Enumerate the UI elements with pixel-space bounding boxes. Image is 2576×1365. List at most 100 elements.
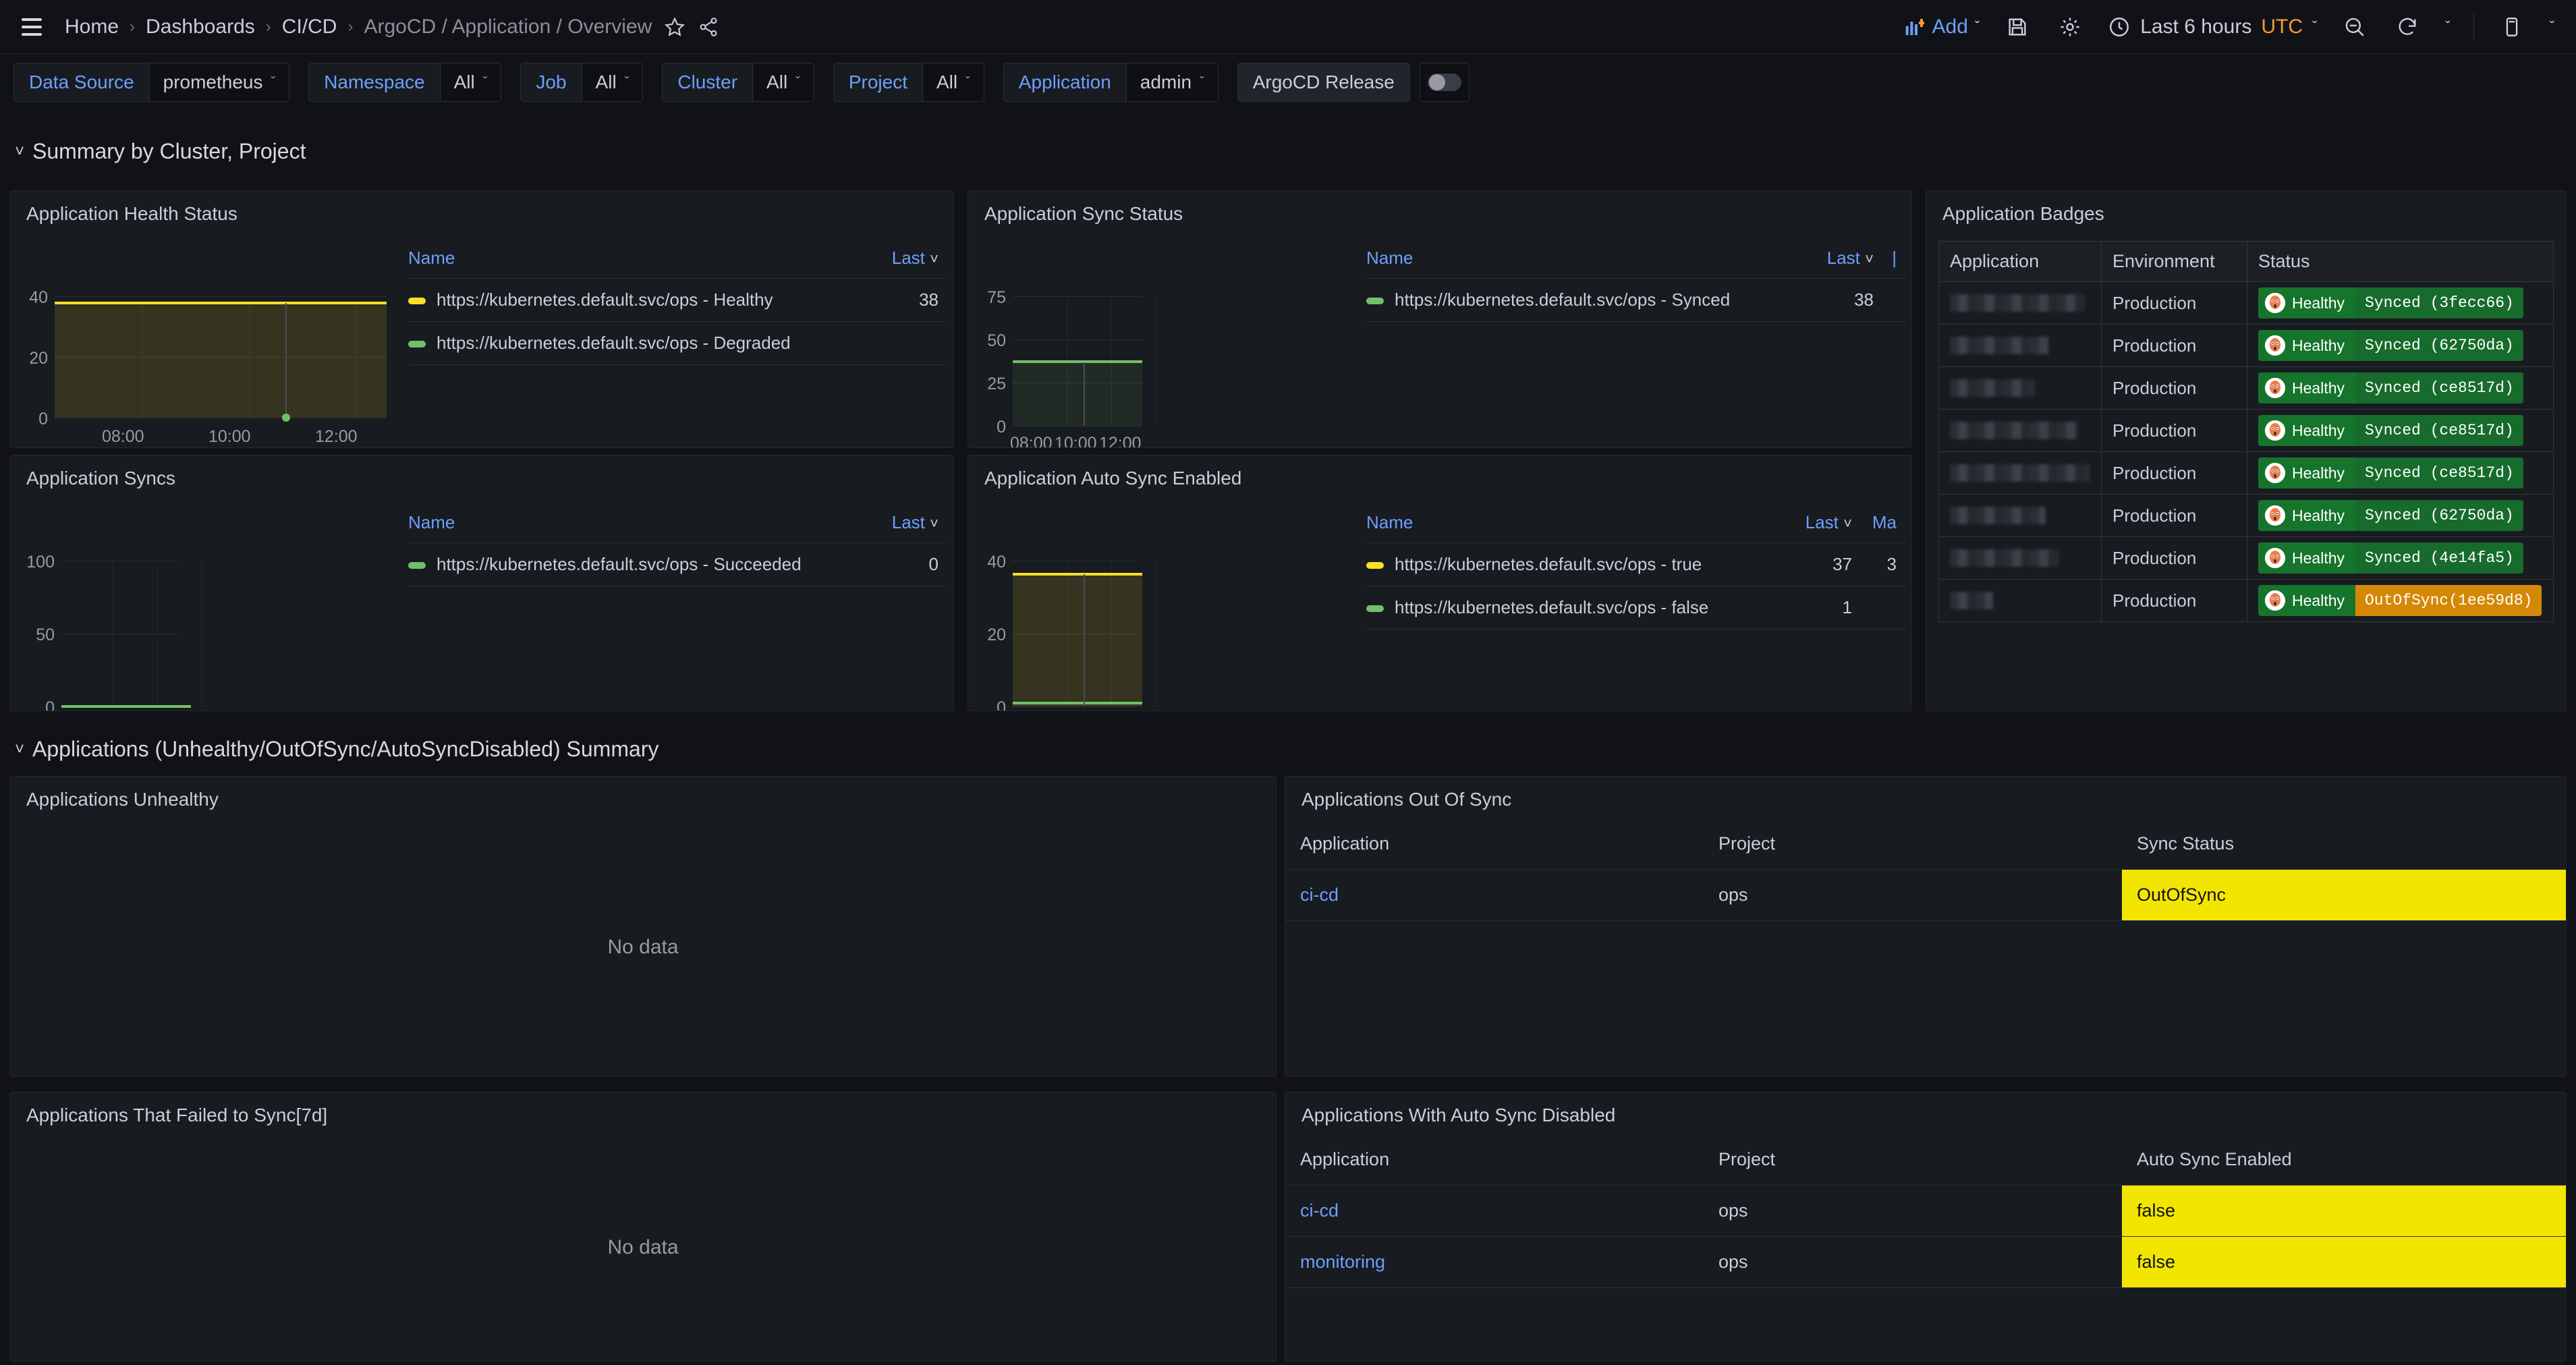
panel-body: Application Project Auto Sync Enabled ci…: [1285, 1134, 2566, 1361]
argocd-logo-icon: [2265, 378, 2285, 398]
panel-body: No data: [10, 1134, 1276, 1361]
variable-select-namespace[interactable]: All ˇ: [440, 63, 502, 102]
status-badge[interactable]: Healthy Synced (ce8517d): [2258, 372, 2523, 403]
legend-col-name[interactable]: Name: [1366, 248, 1787, 279]
panel-body: Application Environment Status Productio…: [1926, 233, 2566, 711]
cell-sync-status: OutOfSync: [2122, 870, 2566, 921]
row-title-summary: Summary by Cluster, Project: [32, 139, 306, 164]
cell-application-link[interactable]: ci-cd: [1285, 1186, 1704, 1237]
col-project[interactable]: Project: [1704, 1134, 2122, 1186]
col-application[interactable]: Application: [1285, 818, 1704, 870]
chart-area[interactable]: 40 20 0 08:00 10:00 12:00: [968, 497, 1366, 711]
col-auto-sync-enabled[interactable]: Auto Sync Enabled: [2122, 1134, 2566, 1186]
badges-cell-application: [1939, 580, 2102, 622]
legend-row[interactable]: https://kubernetes.default.svc/ops - Syn…: [1366, 279, 1905, 322]
row-header-applications-summary[interactable]: ˅ Applications (Unhealthy/OutOfSync/Auto…: [0, 730, 673, 770]
legend-col-last[interactable]: Last ˅: [845, 512, 947, 543]
breadcrumb-item-cicd[interactable]: CI/CD: [282, 16, 337, 38]
cell-application-link[interactable]: ci-cd: [1285, 870, 1704, 921]
zoom-out-icon[interactable]: [2340, 12, 2370, 42]
legend-col-name[interactable]: Name: [408, 248, 879, 279]
badges-cell-status: Healthy Synced (62750da): [2247, 325, 2554, 367]
argocd-logo-icon: [2265, 463, 2285, 483]
chart-area[interactable]: 40 20 0 08:00 10:00 12:00: [10, 233, 408, 447]
out-of-sync-table: Application Project Sync Status ci-cd op…: [1285, 818, 2566, 921]
status-badge[interactable]: Healthy Synced (3fecc66): [2258, 287, 2523, 318]
legend-row[interactable]: https://kubernetes.default.svc/ops - Hea…: [408, 279, 947, 322]
legend-col-name[interactable]: Name: [1366, 512, 1766, 543]
status-badge[interactable]: Healthy Synced (62750da): [2258, 500, 2523, 531]
legend-col-last[interactable]: Last ˅: [879, 248, 947, 279]
timeseries-syncs: 100 50 0 08:00 10:00 12:00 Name: [10, 497, 953, 711]
legend-col-max[interactable]: Ma: [1860, 512, 1905, 543]
variable-select-project[interactable]: All ˇ: [922, 63, 984, 102]
panel-title: Application Badges: [1926, 191, 2566, 225]
legend-col-last[interactable]: Last ˅: [1766, 512, 1860, 543]
star-icon[interactable]: [664, 16, 685, 38]
argocd-release-toggle[interactable]: [1420, 63, 1469, 102]
legend-table: Name Last ˅ | https://kubernetes.default…: [1366, 248, 1905, 322]
legend-table: Name Last ˅ Ma https://kubernetes.defaul…: [1366, 512, 1905, 630]
panel-body: Application Project Sync Status ci-cd op…: [1285, 818, 2566, 1076]
save-dashboard-icon[interactable]: [2003, 12, 2032, 42]
status-badge[interactable]: Healthy Synced (4e14fa5): [2258, 542, 2523, 574]
legend-col-last[interactable]: Last ˅: [1787, 248, 1882, 279]
legend-row[interactable]: https://kubernetes.default.svc/ops - Suc…: [408, 543, 947, 586]
breadcrumb-item-dashboards[interactable]: Dashboards: [146, 16, 255, 38]
legend-row[interactable]: https://kubernetes.default.svc/ops - Deg…: [408, 322, 947, 365]
badges-cell-environment: Production: [2102, 580, 2247, 622]
table-row: Production Healthy Synced (ce8517d): [1939, 452, 2554, 495]
row-header-summary[interactable]: ˅ Summary by Cluster, Project: [0, 132, 320, 172]
series-area-true: [1013, 574, 1142, 706]
variable-argocd-release: ArgoCD Release: [1237, 63, 1469, 102]
health-badge: Healthy: [2258, 500, 2355, 531]
crosshair: [1084, 574, 1085, 706]
share-icon[interactable]: [698, 16, 719, 38]
status-badge[interactable]: Healthy Synced (ce8517d): [2258, 457, 2523, 489]
time-range-picker[interactable]: Last 6 hours UTC ˇ: [2108, 16, 2317, 38]
variable-label-cluster: Cluster: [662, 63, 752, 102]
status-badge[interactable]: Healthy Synced (ce8517d): [2258, 415, 2523, 446]
gear-icon[interactable]: [2055, 12, 2085, 42]
legend-row[interactable]: https://kubernetes.default.svc/ops - fal…: [1366, 586, 1905, 630]
sync-badge: Synced (4e14fa5): [2355, 542, 2523, 574]
legend-table: Name Last ˅ https://kubernetes.default.s…: [408, 512, 947, 586]
legend-series-extra: [1882, 279, 1905, 322]
refresh-interval-chevron-icon[interactable]: ˇ: [2445, 18, 2450, 36]
legend-row[interactable]: https://kubernetes.default.svc/ops - tru…: [1366, 543, 1905, 586]
status-badge[interactable]: Healthy Synced (62750da): [2258, 330, 2523, 361]
menu-toggle-icon[interactable]: [16, 11, 47, 43]
add-panel-button[interactable]: Add ˇ: [1904, 16, 1980, 38]
legend-col-name[interactable]: Name: [408, 512, 845, 543]
badges-cell-environment: Production: [2102, 410, 2247, 452]
variable-select-cluster[interactable]: All ˇ: [752, 63, 814, 102]
chart-area[interactable]: 100 50 0 08:00 10:00 12:00: [10, 497, 408, 711]
timeseries-autosync: 40 20 0 08:00 10:00 12:00: [968, 497, 1911, 711]
variable-select-datasource[interactable]: prometheus ˇ: [149, 63, 290, 102]
col-project[interactable]: Project: [1704, 818, 2122, 870]
variable-label-job: Job: [520, 63, 581, 102]
chart-area[interactable]: 75 50 25 0 08:00 10:00 12:00: [968, 233, 1366, 447]
health-badge: Healthy: [2258, 415, 2355, 446]
refresh-icon[interactable]: [2392, 12, 2422, 42]
display-icon[interactable]: [2497, 12, 2527, 42]
col-sync-status[interactable]: Sync Status: [2122, 818, 2566, 870]
legend-col-truncated[interactable]: |: [1882, 248, 1905, 279]
series-line-succeeded: [61, 705, 191, 708]
legend-autosync: Name Last ˅ Ma https://kubernetes.defaul…: [1366, 497, 1911, 711]
badges-col-application: Application: [1939, 242, 2102, 282]
sync-badge: OutOfSync(1ee59d8): [2355, 585, 2542, 616]
variable-select-application[interactable]: admin ˇ: [1126, 63, 1219, 102]
breadcrumb-item-home[interactable]: Home: [65, 16, 119, 38]
sync-badge: Synced (62750da): [2355, 330, 2523, 361]
health-badge-label: Healthy: [2292, 464, 2345, 482]
display-mode-chevron-icon[interactable]: ˇ: [2550, 18, 2554, 36]
series-line-synced: [1013, 360, 1142, 363]
variable-select-job[interactable]: All ˇ: [582, 63, 644, 102]
col-application[interactable]: Application: [1285, 1134, 1704, 1186]
cell-application-link[interactable]: monitoring: [1285, 1237, 1704, 1288]
variable-value-namespace: All: [454, 72, 475, 93]
status-badge[interactable]: Healthy OutOfSync(1ee59d8): [2258, 585, 2542, 616]
badges-cell-environment: Production: [2102, 537, 2247, 580]
table-header-row: Application Project Auto Sync Enabled: [1285, 1134, 2566, 1186]
